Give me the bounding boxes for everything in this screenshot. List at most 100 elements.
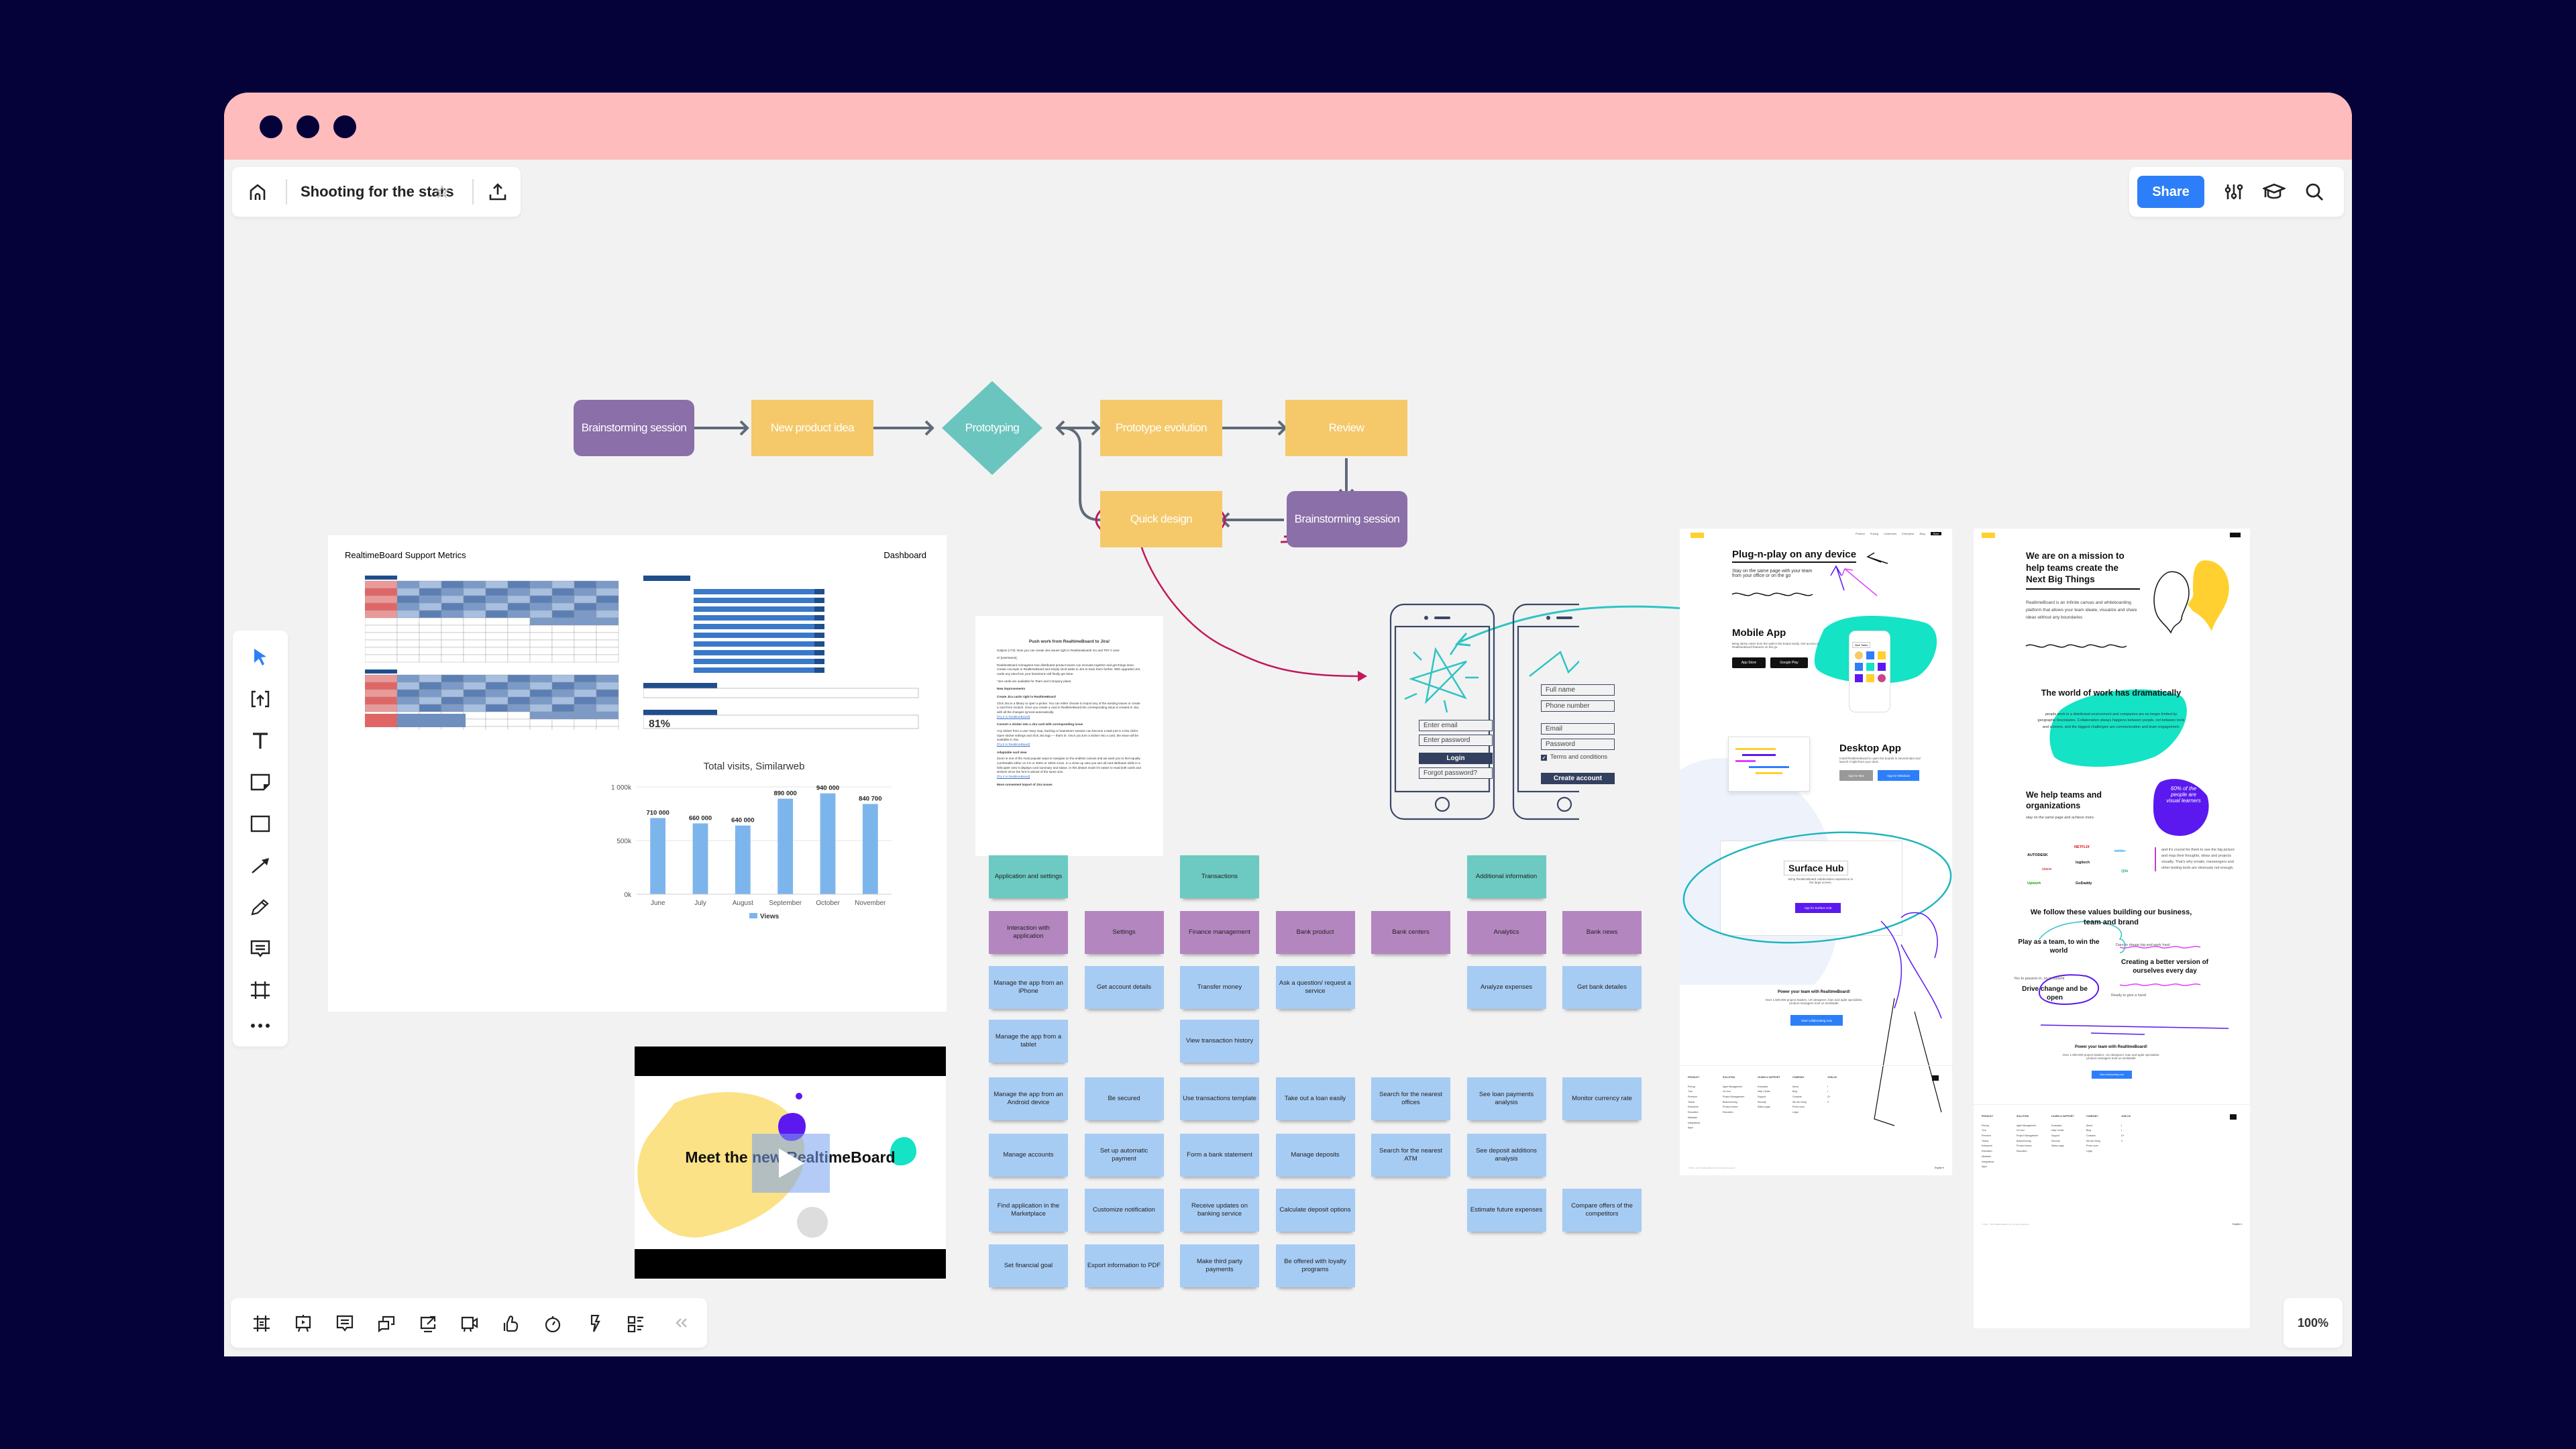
footer-link[interactable]: G+ <box>2121 1134 2131 1139</box>
flow-node-review[interactable]: Review <box>1285 400 1407 456</box>
footer-link[interactable]: Education <box>2017 1149 2038 1155</box>
sticky-note[interactable]: Set up automatic payment <box>1084 1134 1164 1177</box>
sticky-note[interactable]: Manage the app from an Android device <box>989 1077 1068 1120</box>
sticky-note[interactable]: Manage deposits <box>1275 1134 1355 1177</box>
footer-link[interactable]: Project Management <box>2017 1134 2038 1139</box>
sticky-category[interactable]: Analytics <box>1466 911 1546 954</box>
board-canvas[interactable]: Shooting for the stars Share 100% Brains… <box>224 160 2352 1356</box>
footer-link[interactable]: Blog <box>1792 1089 1807 1095</box>
wireframe-forgot-password-link[interactable]: Forgot password? <box>1419 767 1493 779</box>
sticky-note[interactable]: Receive updates on banking service <box>1180 1189 1259 1232</box>
webpage-about-mission[interactable]: We are on a mission to help teams create… <box>1974 529 2250 1328</box>
footer-link[interactable]: Integrations <box>1982 1160 1994 1165</box>
wireframe-email-input[interactable]: Enter email <box>1419 720 1493 731</box>
footer-link[interactable]: Status page <box>1758 1105 1780 1110</box>
footer-link[interactable]: Agile Management <box>1723 1085 1744 1090</box>
sticky-note[interactable]: Form a bank statement <box>1180 1134 1259 1177</box>
footer-link[interactable]: Enterprise <box>1982 1144 1994 1149</box>
footer-link[interactable]: Status page <box>2051 1144 2074 1149</box>
sticky-note[interactable]: Search for the nearest ATM <box>1371 1134 1450 1177</box>
footer-link[interactable]: Atlassian <box>1982 1155 1994 1160</box>
sticky-note[interactable]: View transaction history <box>1180 1020 1259 1063</box>
footer-link[interactable]: Support <box>2051 1134 2074 1139</box>
footer-link[interactable]: f <box>2121 1124 2131 1129</box>
language-selector[interactable]: English ▾ <box>1935 1167 1944 1169</box>
footer-link[interactable]: Education <box>1982 1149 1994 1155</box>
footer-link[interactable]: Atlassian <box>1688 1116 1700 1121</box>
footer-link[interactable]: Tour <box>1688 1089 1700 1095</box>
wireframe-terms-checkbox[interactable]: ✓ <box>1541 755 1547 761</box>
connector[interactable] <box>1063 427 1101 521</box>
footer-link[interactable]: Apps <box>1982 1165 1994 1170</box>
wireframe-login-button[interactable]: Login <box>1419 753 1493 764</box>
flow-node-brainstorming-2[interactable]: Brainstorming session <box>1287 491 1407 547</box>
footer-link[interactable]: Pricing <box>1688 1085 1700 1090</box>
footer-link[interactable]: Pricing <box>1982 1124 1994 1129</box>
sticky-note[interactable]: Search for the nearest offices <box>1371 1077 1450 1120</box>
bar-august[interactable] <box>735 825 751 894</box>
sticky-note[interactable]: Get bank detailes <box>1562 966 1642 1009</box>
wireframe-signup-password-input[interactable]: Password <box>1541 739 1615 750</box>
footer-link[interactable]: Education <box>1688 1110 1700 1116</box>
footer-link[interactable]: t <box>1827 1089 1837 1095</box>
footer-link[interactable]: Brainstorming <box>1723 1100 1744 1106</box>
doc-link[interactable]: [Try it in RealtimeBoard] <box>997 743 1142 747</box>
flow-node-prototype-evolution[interactable]: Prototype evolution <box>1100 400 1222 456</box>
footer-link[interactable]: About <box>2086 1124 2100 1129</box>
footer-link[interactable]: We are hiring <box>1792 1100 1807 1106</box>
window-minimize-button[interactable] <box>297 115 319 138</box>
footer-link[interactable]: Agile Management <box>2017 1124 2038 1129</box>
wireframe-create-account-button[interactable]: Create account <box>1541 773 1615 784</box>
footer-link[interactable]: Legal <box>2086 1149 2100 1155</box>
sticky-note[interactable]: See deposit additions analysis <box>1466 1134 1546 1177</box>
footer-link[interactable]: Project Management <box>1723 1095 1744 1100</box>
cta-button[interactable]: Start collaborating now <box>2092 1071 2132 1079</box>
sticky-category[interactable]: Settings <box>1084 911 1164 954</box>
sticky-category[interactable]: Bank news <box>1562 911 1642 954</box>
wireframe-signup-email-input[interactable]: Email <box>1541 723 1615 735</box>
sticky-note[interactable]: Find application in the Marketplace <box>989 1189 1068 1232</box>
footer-link[interactable]: V <box>2121 1139 2131 1144</box>
footer-link[interactable]: Product teams <box>2017 1144 2038 1149</box>
footer-link[interactable]: V <box>1827 1100 1837 1106</box>
sticky-category[interactable]: Finance management <box>1180 911 1259 954</box>
video-embed[interactable]: Meet the new RealtimeBoard <box>635 1046 946 1279</box>
jira-announcement-document[interactable]: Push work from RealtimeBoard to Jira! Su… <box>975 616 1163 856</box>
sticky-note[interactable]: Calculate deposit options <box>1275 1189 1355 1232</box>
footer-link[interactable]: About <box>1792 1085 1807 1090</box>
footer-link[interactable]: Examples <box>2051 1124 2074 1129</box>
sticky-header[interactable]: Transactions <box>1180 855 1259 898</box>
footer-link[interactable]: Contacts <box>1792 1095 1807 1100</box>
bar-september[interactable] <box>777 798 794 894</box>
sticky-note[interactable]: Make third party payments <box>1180 1244 1259 1287</box>
sticky-note[interactable]: Take out a loan easily <box>1275 1077 1355 1120</box>
footer-link[interactable]: Security <box>2051 1139 2074 1144</box>
bar-october[interactable] <box>820 793 836 894</box>
sticky-header[interactable]: Application and settings <box>989 855 1068 898</box>
webpage-plug-n-play[interactable]: Product Pricing Customers Enterprise Blog Sta… <box>1680 529 1952 1175</box>
language-selector[interactable]: English ▾ <box>2233 1223 2242 1226</box>
sticky-note[interactable]: Manage the app from an iPhone <box>989 966 1068 1009</box>
sticky-note[interactable]: Manage the app from a tablet <box>989 1020 1068 1063</box>
footer-link[interactable]: Education <box>1723 1110 1744 1116</box>
footer-link[interactable]: Teams <box>1982 1139 1994 1144</box>
sticky-note[interactable]: Monitor currency rate <box>1562 1077 1642 1120</box>
footer-link[interactable]: Apps <box>1688 1126 1700 1131</box>
footer-link[interactable]: G+ <box>1827 1095 1837 1100</box>
footer-link[interactable]: Press room <box>2086 1144 2100 1149</box>
sticky-note[interactable]: Estimate future expenses <box>1466 1189 1546 1232</box>
sticky-note[interactable]: Set financial goal <box>989 1244 1068 1287</box>
footer-link[interactable]: Integrations <box>1688 1121 1700 1126</box>
sticky-category[interactable]: Bank centers <box>1371 911 1450 954</box>
flow-node-new-product-idea[interactable]: New product idea <box>751 400 873 456</box>
footer-link[interactable]: Press room <box>1792 1105 1807 1110</box>
footer-link[interactable]: Product teams <box>1723 1105 1744 1110</box>
sticky-note[interactable]: Be offered with loyalty programs <box>1275 1244 1355 1287</box>
support-metrics-dashboard[interactable]: RealtimeBoard Support Metrics Dashboard … <box>328 535 947 1012</box>
sticky-note[interactable]: Compare offers of the competitors <box>1562 1189 1642 1232</box>
sticky-note[interactable]: Customize notification <box>1084 1189 1164 1232</box>
footer-link[interactable]: Enterprise <box>1688 1105 1700 1110</box>
footer-link[interactable]: Help Center <box>1758 1089 1780 1095</box>
sticky-note[interactable]: Ask a question/ request a service <box>1275 966 1355 1009</box>
footer-link[interactable]: Support <box>1758 1095 1780 1100</box>
